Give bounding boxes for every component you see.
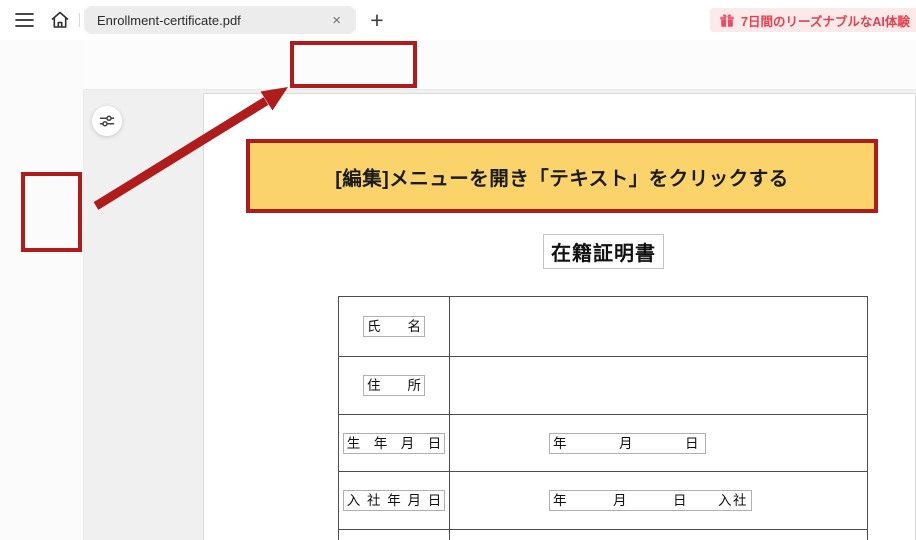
table-cell-label: 入 社 年 月 日 — [339, 472, 450, 529]
table-cell-label — [339, 530, 450, 540]
tab-title: Enrollment-certificate.pdf — [97, 12, 241, 28]
table-cell-value — [450, 297, 867, 356]
table-row: 氏 名 — [339, 297, 867, 357]
address-label-textbox[interactable]: 住 所 — [363, 375, 425, 396]
promo-banner[interactable]: 7日間のリーズナブルなAI体験 — [710, 8, 916, 32]
home-icon[interactable] — [48, 8, 72, 32]
joindate-value-textbox[interactable]: 年 月 日 入社 — [549, 490, 752, 511]
joindate-label-textbox[interactable]: 入 社 年 月 日 — [342, 490, 446, 511]
pdf-page: [編集]メニューを開き「テキスト」をクリックする 在籍証明書 氏 名 住 所 生… — [203, 93, 916, 540]
topbar: Enrollment-certificate.pdf × + 7日間のリーズナブ… — [0, 0, 916, 40]
table-row: 住 所 — [339, 357, 867, 415]
document-tab[interactable]: Enrollment-certificate.pdf × — [84, 6, 356, 34]
gift-icon — [719, 12, 735, 28]
table-cell-label: 住 所 — [339, 357, 450, 414]
document-workspace: [編集]メニューを開き「テキスト」をクリックする 在籍証明書 氏 名 住 所 生… — [84, 90, 916, 540]
topbar-divider — [79, 13, 80, 27]
promo-text: 7日間のリーズナブルなAI体験 — [741, 14, 910, 29]
document-title-textbox[interactable]: 在籍証明書 — [543, 234, 664, 269]
table-cell-value — [450, 357, 867, 414]
toolbar-corner — [0, 40, 84, 90]
birthdate-label-textbox[interactable]: 生 年 月 日 — [342, 432, 446, 454]
table-cell-label: 氏 名 — [339, 297, 450, 356]
table-cell-value: 年 月 日 入社 — [450, 472, 867, 529]
name-label-textbox[interactable]: 氏 名 — [363, 316, 425, 337]
panel-settings-button[interactable] — [92, 106, 122, 136]
callout-banner: [編集]メニューを開き「テキスト」をクリックする — [246, 139, 878, 213]
edit-toolbar — [84, 40, 916, 90]
table-cell-value — [450, 530, 867, 540]
pdf-editor-window: Enrollment-certificate.pdf × + 7日間のリーズナブ… — [0, 0, 916, 540]
hamburger-menu-icon[interactable] — [14, 10, 36, 30]
certificate-table: 氏 名 住 所 生 年 月 日 年 月 日 入 社 年 月 日 年 月 日 入社 — [338, 296, 868, 540]
new-tab-button[interactable]: + — [364, 7, 390, 33]
birthdate-value-textbox[interactable]: 年 月 日 — [549, 432, 706, 454]
table-row — [339, 530, 867, 540]
table-cell-label: 生 年 月 日 — [339, 415, 450, 471]
table-row: 生 年 月 日 年 月 日 — [339, 415, 867, 472]
table-cell-value: 年 月 日 — [450, 415, 867, 471]
sidebar — [0, 90, 84, 540]
table-row: 入 社 年 月 日 年 月 日 入社 — [339, 472, 867, 530]
tab-close-icon[interactable]: × — [330, 13, 343, 28]
